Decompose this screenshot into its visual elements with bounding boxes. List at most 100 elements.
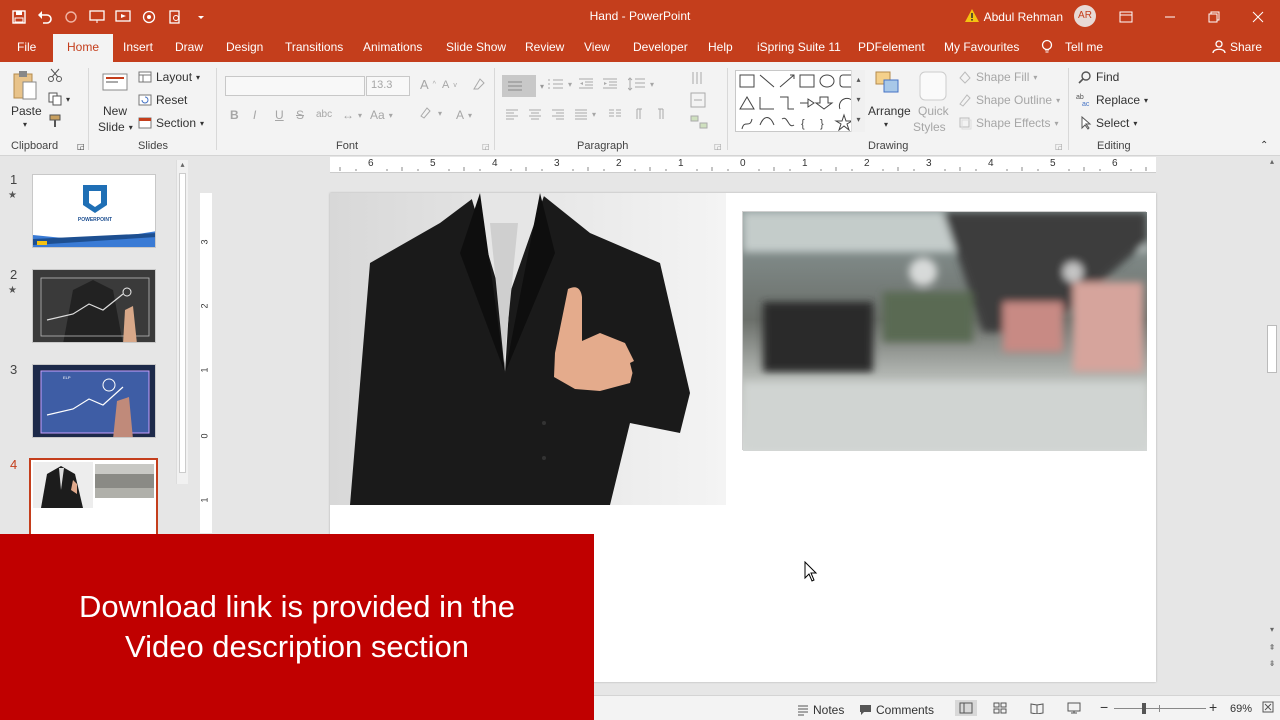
decrease-indent-icon[interactable] <box>578 77 594 91</box>
font-launcher-icon[interactable]: ◲ <box>482 142 490 151</box>
tab-pdfelement[interactable]: PDFelement <box>858 40 925 54</box>
tab-home[interactable]: Home <box>53 34 114 62</box>
justify-icon[interactable]: ▾ <box>574 108 596 120</box>
reset-button[interactable]: Reset <box>138 93 187 107</box>
underline-button[interactable]: U <box>275 108 284 122</box>
editor-scroll-thumb[interactable] <box>1267 325 1277 373</box>
align-left-icon[interactable] <box>505 108 519 120</box>
reading-view-icon[interactable] <box>1030 702 1044 714</box>
align-text-icon[interactable] <box>690 92 708 108</box>
cut-icon[interactable] <box>48 68 62 82</box>
char-spacing-icon[interactable]: ↔ ▾ <box>342 108 362 122</box>
tab-insert[interactable]: Insert <box>123 40 153 54</box>
tab-animations[interactable]: Animations <box>363 40 422 54</box>
editor-scroll-down-icon[interactable]: ▾ <box>1266 625 1278 634</box>
businessman-pointing-image[interactable] <box>330 193 726 505</box>
format-painter-icon[interactable] <box>48 114 62 128</box>
copy-icon[interactable]: ▾ <box>48 92 70 106</box>
scroll-up-icon[interactable]: ▴ <box>177 160 188 169</box>
new-slide-icon[interactable] <box>102 68 128 98</box>
fit-to-window-icon[interactable] <box>1262 701 1274 713</box>
new-slide-label-2[interactable]: Slide ▾ <box>98 120 133 134</box>
shape-effects-button[interactable]: Shape Effects ▾ <box>958 116 1059 130</box>
font-name-combo[interactable] <box>225 76 365 96</box>
zoom-slider[interactable] <box>1114 703 1206 714</box>
find-button[interactable]: Find <box>1078 70 1119 84</box>
strikethrough-button[interactable]: S <box>296 108 304 122</box>
shrink-font-button[interactable]: Av <box>442 79 457 91</box>
tab-file[interactable]: File <box>17 40 36 54</box>
slideshow-view-icon[interactable] <box>1067 702 1081 714</box>
columns-icon[interactable] <box>608 108 622 120</box>
comments-button[interactable]: Comments <box>859 703 934 717</box>
share-icon[interactable] <box>1212 40 1226 57</box>
arrange-button[interactable]: Arrange <box>868 104 911 118</box>
shapes-gallery-scroll[interactable]: ▴ ▾ ▾ <box>851 70 865 132</box>
blurred-office-image[interactable] <box>742 211 1147 451</box>
editor-scrollbar[interactable]: ▴ ▾ ⇞ ⇟ <box>1266 157 1278 695</box>
quick-styles-label[interactable]: Quick <box>918 104 949 118</box>
highlight-icon[interactable]: ▾ <box>418 106 442 120</box>
zoom-out-icon[interactable]: − <box>1100 699 1108 715</box>
font-size-combo[interactable]: 13.3 <box>366 76 410 96</box>
thumbnails-scroll-thumb[interactable] <box>179 173 186 473</box>
clipboard-launcher-icon[interactable]: ◲ <box>77 142 85 151</box>
paragraph-ltr-icon[interactable] <box>655 108 669 120</box>
italic-button[interactable]: I <box>253 108 256 122</box>
warning-icon[interactable] <box>964 8 980 26</box>
section-button[interactable]: Section ▾ <box>138 116 204 130</box>
quick-styles-icon[interactable] <box>918 70 948 102</box>
font-color-button[interactable]: A ▾ <box>456 108 472 122</box>
shape-outline-button[interactable]: Shape Outline ▾ <box>958 93 1060 107</box>
notes-button[interactable]: Notes <box>797 703 844 717</box>
slide-thumbnail-4-selected[interactable] <box>29 458 158 538</box>
collapse-ribbon-icon[interactable]: ⌃ <box>1260 140 1268 151</box>
tab-help[interactable]: Help <box>708 40 733 54</box>
shape-fill-button[interactable]: Shape Fill ▾ <box>958 70 1037 84</box>
tab-ispring[interactable]: iSpring Suite 11 <box>757 40 841 54</box>
bullets-icon[interactable]: ▾ <box>502 75 544 97</box>
new-slide-label[interactable]: New <box>103 104 127 118</box>
layout-button[interactable]: Layout ▾ <box>138 70 200 84</box>
avatar[interactable]: AR <box>1074 5 1096 27</box>
previous-slide-icon[interactable]: ⇞ <box>1266 643 1278 652</box>
text-direction-icon[interactable] <box>690 70 708 86</box>
minimize-icon[interactable] <box>1148 0 1192 34</box>
increase-indent-icon[interactable] <box>602 77 618 91</box>
tab-transitions[interactable]: Transitions <box>285 40 343 54</box>
slide-thumbnail-2[interactable] <box>32 269 156 343</box>
lightbulb-icon[interactable] <box>1041 39 1053 58</box>
tab-my-favourites[interactable]: My Favourites <box>944 40 1019 54</box>
arrange-icon[interactable] <box>874 70 902 100</box>
zoom-level[interactable]: 69% <box>1230 703 1252 715</box>
numbering-icon[interactable]: ▾ <box>548 77 572 91</box>
grow-font-button[interactable]: A ^ <box>420 77 436 92</box>
restore-icon[interactable] <box>1192 0 1236 34</box>
tell-me[interactable]: Tell me <box>1065 40 1103 54</box>
slide-thumbnail-3[interactable]: ELP <box>32 364 156 438</box>
tab-design[interactable]: Design <box>226 40 263 54</box>
thumbnails-scrollbar[interactable]: ▴ <box>176 160 188 484</box>
tab-draw[interactable]: Draw <box>175 40 203 54</box>
align-right-icon[interactable] <box>551 108 565 120</box>
paragraph-rtl-icon[interactable] <box>632 108 646 120</box>
next-slide-icon[interactable]: ⇟ <box>1266 659 1278 668</box>
arrange-dropdown-icon[interactable]: ▾ <box>884 120 888 129</box>
zoom-in-icon[interactable]: + <box>1209 699 1217 715</box>
bold-button[interactable]: B <box>230 108 239 122</box>
user-name[interactable]: Abdul Rehman <box>984 10 1063 24</box>
shapes-gallery[interactable]: { } <box>735 70 865 132</box>
text-shadow-button[interactable]: abc <box>316 109 332 120</box>
close-icon[interactable] <box>1236 0 1280 34</box>
ribbon-display-icon[interactable] <box>1104 0 1148 34</box>
tab-review[interactable]: Review <box>525 40 564 54</box>
smartart-icon[interactable] <box>690 114 708 130</box>
quick-styles-label-2[interactable]: Styles <box>913 120 946 134</box>
paste-icon[interactable] <box>12 70 38 102</box>
replace-button[interactable]: ab ac Replace ▾ <box>1076 93 1148 107</box>
slide-sorter-icon[interactable] <box>993 702 1007 714</box>
drawing-launcher-icon[interactable]: ◲ <box>1055 142 1063 151</box>
zoom-slider-thumb[interactable] <box>1142 703 1146 714</box>
line-spacing-icon[interactable]: ▾ <box>628 77 654 91</box>
tab-developer[interactable]: Developer <box>633 40 688 54</box>
